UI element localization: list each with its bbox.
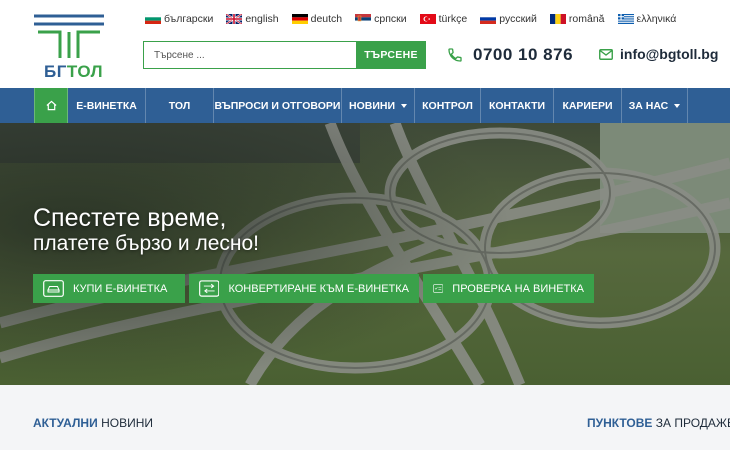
de-flag-icon: [291, 14, 308, 24]
convert-vignette-button[interactable]: КОНВЕРТИРАНЕ КЪМ Е-ВИНЕТКА: [189, 274, 419, 303]
uk-flag-icon: [226, 14, 243, 24]
check-vignette-button[interactable]: ПРОВЕРКА НА ВИНЕТКА: [423, 274, 594, 303]
nav-item-about[interactable]: ЗА НАС: [622, 88, 688, 123]
lang-label: русский: [499, 13, 537, 25]
nav-item-careers[interactable]: КАРИЕРИ: [554, 88, 622, 123]
bg-flag-icon: [145, 14, 161, 24]
gr-flag-icon: [617, 14, 634, 24]
logo-part2: ТОЛ: [66, 62, 104, 81]
points-heading-bold: ПУНКТОВЕ: [587, 416, 653, 430]
nav-item-contacts[interactable]: КОНТАКТИ: [481, 88, 554, 123]
nav-item-toll[interactable]: ТОЛ: [146, 88, 214, 123]
hero-banner: Спестете време, платете бързо и лесно! К…: [0, 123, 730, 385]
chevron-down-icon: [674, 103, 681, 108]
sales-points-heading: ПУНКТОВЕ ЗА ПРОДАЖБА: [587, 416, 730, 430]
nav-item-e-vignette[interactable]: Е-ВИНЕТКА: [68, 88, 146, 123]
main-navigation: Е-ВИНЕТКА ТОЛ ВЪПРОСИ И ОТГОВОРИ НОВИНИ …: [0, 88, 730, 123]
lang-label: ελληνικά: [636, 13, 677, 25]
home-icon: [46, 100, 56, 111]
content-section: АКТУАЛНИ НОВИНИ ПУНКТОВЕ ЗА ПРОДАЖБА: [0, 385, 730, 450]
search-button[interactable]: ТЪРСЕНЕ: [356, 41, 426, 69]
nav-label: КАРИЕРИ: [562, 99, 613, 112]
lang-de[interactable]: deutch: [291, 12, 343, 26]
nav-label: ТОЛ: [168, 99, 191, 112]
lang-label: română: [568, 13, 605, 25]
lang-label: english: [245, 13, 279, 25]
nav-label: ЗА НАС: [628, 99, 669, 112]
news-heading-bold: АКТУАЛНИ: [33, 416, 98, 430]
lang-label: български: [164, 13, 214, 25]
cta-label: КУПИ Е-ВИНЕТКА: [73, 282, 168, 295]
phone-contact[interactable]: 0700 10 876: [447, 45, 573, 65]
lang-label: türkçe: [438, 13, 468, 25]
lang-ro[interactable]: română: [549, 12, 605, 26]
search-bar: ТЪРСЕНЕ: [143, 41, 426, 69]
nav-item-news[interactable]: НОВИНИ: [342, 88, 415, 123]
tr-flag-icon: [419, 14, 436, 24]
lang-label: deutch: [310, 13, 343, 25]
search-input[interactable]: [143, 41, 356, 69]
buy-vignette-button[interactable]: КУПИ Е-ВИНЕТКА: [33, 274, 185, 303]
news-heading: АКТУАЛНИ НОВИНИ: [33, 416, 153, 430]
hero-subtitle: платете бързо и лесно!: [33, 232, 260, 255]
nav-label: ВЪПРОСИ И ОТГОВОРИ: [214, 99, 341, 112]
lang-label: српски: [374, 13, 407, 25]
lang-bg[interactable]: български: [145, 12, 213, 26]
ro-flag-icon: [549, 14, 566, 24]
points-heading-rest: ЗА ПРОДАЖБА: [655, 416, 730, 430]
phone-icon: [448, 48, 462, 62]
rs-flag-icon: [355, 14, 372, 24]
phone-number: 0700 10 876: [473, 45, 574, 64]
ru-flag-icon: [480, 14, 497, 24]
lang-rs[interactable]: српски: [355, 12, 407, 26]
logo-part1: БГ: [44, 62, 67, 81]
email-contact[interactable]: info@bgtoll.bg: [599, 46, 718, 62]
nav-label: КОНТАКТИ: [488, 99, 546, 112]
lang-en[interactable]: english: [226, 12, 279, 26]
car-icon: [43, 280, 64, 297]
nav-home[interactable]: [34, 88, 68, 123]
nav-label: КОНТРОЛ: [422, 99, 473, 112]
nav-label: Е-ВИНЕТКА: [76, 99, 137, 112]
nav-item-control[interactable]: КОНТРОЛ: [415, 88, 481, 123]
site-header: БГТОЛ български english deutch српски tü…: [0, 0, 730, 88]
envelope-icon: [599, 48, 613, 60]
email-address: info@bgtoll.bg: [620, 46, 719, 62]
hero-title: Спестете време,: [33, 204, 227, 232]
nav-item-faq[interactable]: ВЪПРОСИ И ОТГОВОРИ: [214, 88, 342, 123]
lang-ru[interactable]: русский: [480, 12, 537, 26]
chevron-down-icon: [401, 103, 407, 108]
lang-gr[interactable]: ελληνικά: [617, 12, 677, 26]
cta-label: ПРОВЕРКА НА ВИНЕТКА: [452, 282, 584, 295]
convert-icon: [199, 280, 220, 297]
lang-tr[interactable]: türkçe: [419, 12, 468, 26]
news-heading-rest: НОВИНИ: [101, 416, 153, 430]
nav-label: НОВИНИ: [348, 99, 395, 112]
cta-label: КОНВЕРТИРАНЕ КЪМ Е-ВИНЕТКА: [228, 282, 409, 295]
language-switcher: български english deutch српски türkçe р…: [145, 12, 676, 26]
check-icon: [433, 284, 444, 293]
logo-wordmark[interactable]: БГТОЛ: [44, 62, 103, 82]
